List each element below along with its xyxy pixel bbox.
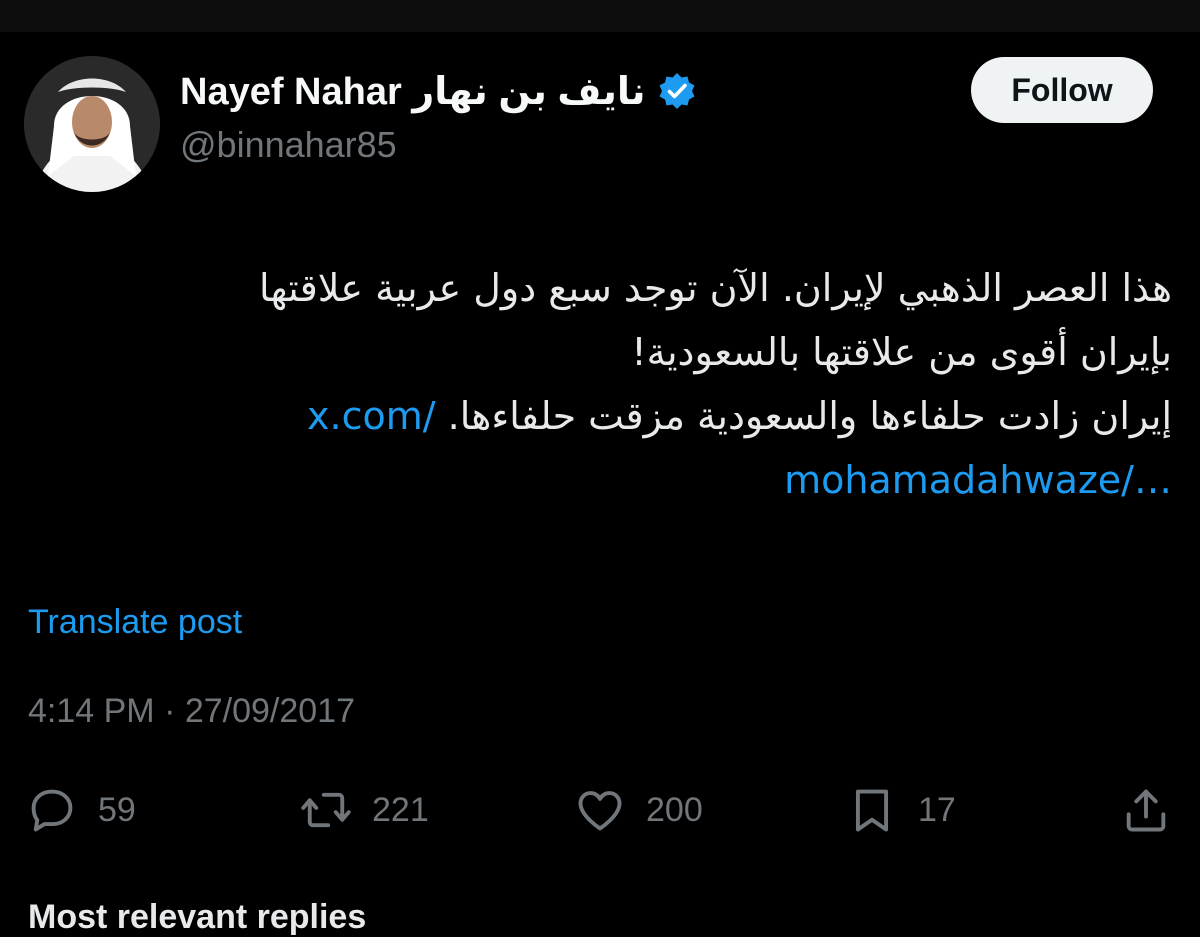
tweet-timestamp[interactable]: 4:14 PM · 27/09/2017 — [28, 692, 355, 731]
tweet-link-continued[interactable]: mohamadahwaze/… — [784, 458, 1172, 502]
author-name-row: Nayef Nahar نايف بن نهار — [180, 66, 697, 116]
verified-badge-icon — [659, 73, 695, 109]
like-count: 200 — [646, 790, 703, 829]
tweet-line-text: إيران زادت حلفاءها والسعودية مزقت حلفاءه… — [447, 394, 1172, 438]
follow-button[interactable]: Follow — [971, 57, 1153, 123]
share-icon — [1126, 789, 1166, 832]
repost-count: 221 — [372, 790, 429, 829]
bookmark-icon — [855, 789, 889, 832]
translate-post-link[interactable]: Translate post — [28, 603, 242, 642]
like-icon — [578, 791, 622, 831]
tweet-line: هذا العصر الذهبي لإيران. الآن توجد سبع د… — [259, 266, 1172, 310]
reply-count: 59 — [98, 790, 136, 829]
top-bar — [0, 0, 1200, 32]
reply-icon — [31, 789, 73, 832]
bookmark-button[interactable]: 17 — [846, 780, 956, 840]
share-button[interactable] — [1120, 780, 1172, 840]
tweet-line: mohamadahwaze/… — [60, 448, 1172, 512]
bookmark-count: 17 — [918, 790, 956, 829]
author-handle[interactable]: @binnahar85 — [180, 124, 397, 166]
like-button[interactable]: 200 — [574, 780, 703, 840]
repost-button[interactable]: 221 — [300, 780, 429, 840]
repost-icon — [301, 792, 351, 828]
tweet-link[interactable]: x.com/ — [307, 394, 436, 438]
avatar-image — [24, 56, 160, 192]
replies-section-header[interactable]: Most relevant replies — [28, 898, 366, 937]
author-display-name[interactable]: Nayef Nahar نايف بن نهار — [180, 69, 645, 114]
tweet-text: هذا العصر الذهبي لإيران. الآن توجد سبع د… — [60, 256, 1172, 512]
action-bar: 59 221 200 17 — [0, 780, 1200, 840]
avatar[interactable] — [24, 56, 160, 192]
reply-button[interactable]: 59 — [26, 780, 136, 840]
tweet-line: إيران زادت حلفاءها والسعودية مزقت حلفاءه… — [60, 384, 1172, 448]
tweet-line: بإيران أقوى من علاقتها بالسعودية! — [631, 330, 1172, 374]
